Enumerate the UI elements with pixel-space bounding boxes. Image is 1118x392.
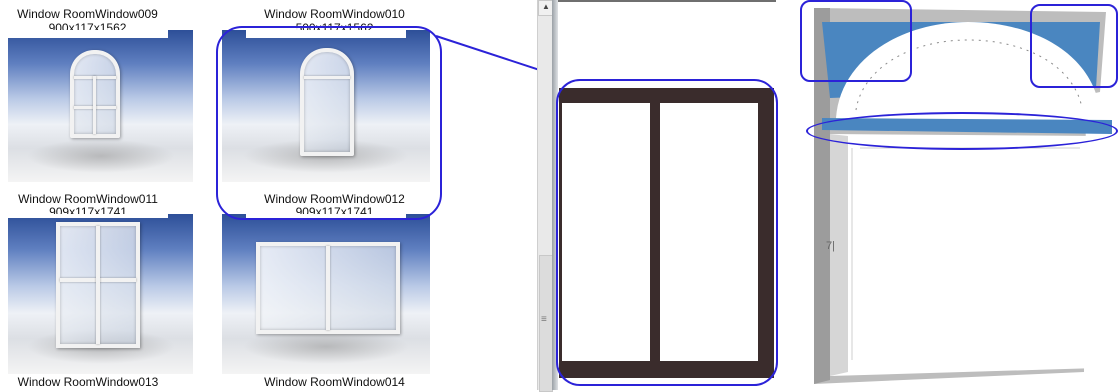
thumb-title: Window RoomWindow013: [17, 375, 159, 389]
thumb-title: Window RoomWindow014: [264, 375, 405, 389]
arched-window-render: 7|: [800, 0, 1118, 390]
scroll-up-icon: ▲: [542, 2, 550, 11]
thumb-title: Window RoomWindow009: [17, 7, 158, 21]
highlight-box-top-right: [1030, 4, 1118, 88]
window-four-pane: [56, 222, 140, 348]
window-arched: [70, 50, 120, 138]
thumbnail-roomwindow009[interactable]: [8, 30, 193, 182]
highlight-oval-selected: [216, 26, 442, 220]
scroll-thumb[interactable]: ≡: [539, 255, 553, 392]
highlight-oval-transom: [806, 112, 1118, 150]
zoom-panel: ▲ ≡: [537, 0, 782, 392]
grip-icon: ≡: [541, 314, 547, 325]
handle-mark: 7|: [826, 240, 835, 252]
thumbnail-roomwindow012[interactable]: [222, 214, 430, 374]
vertical-scrollbar[interactable]: ▲ ≡: [537, 0, 554, 392]
thumbnail-roomwindow011[interactable]: [8, 214, 193, 374]
window-two-pane: [256, 242, 400, 334]
highlight-oval-closeup: [556, 79, 778, 386]
highlight-box-top-left: [800, 0, 912, 82]
thumbnail-gallery: Window RoomWindow009 900x117x1562 Window…: [0, 0, 442, 390]
thumb-title: Window RoomWindow010: [264, 7, 405, 21]
thumb-title: Window RoomWindow011: [18, 192, 158, 206]
